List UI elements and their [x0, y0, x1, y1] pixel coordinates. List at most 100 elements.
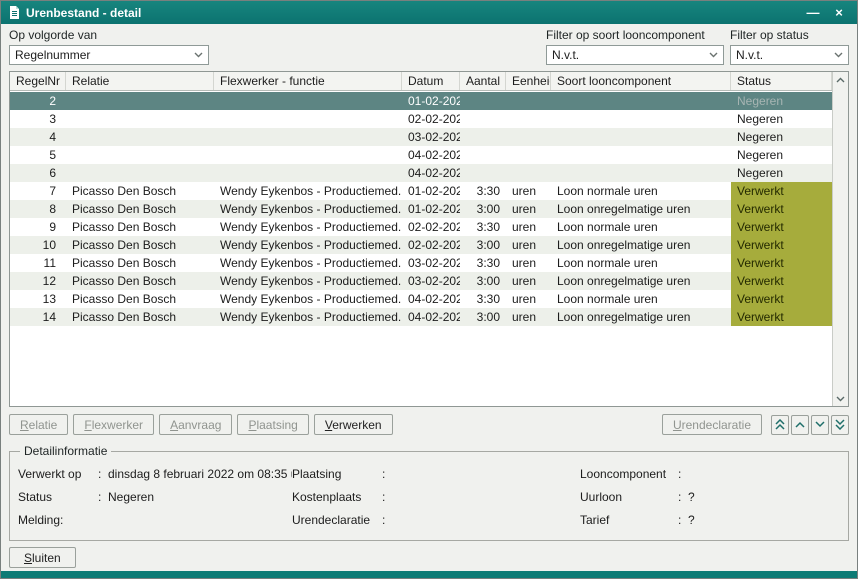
table-row[interactable]: 403-02-2022Negeren	[10, 128, 832, 146]
detail-colon: :	[98, 467, 108, 481]
cell-component: Loon normale uren	[551, 218, 731, 236]
detail-row: Verwerkt op:dinsdag 8 februari 2022 om 0…	[18, 462, 292, 485]
action-bar: Relatie Flexwerker Aanvraag Plaatsing Ve…	[1, 407, 857, 442]
table-row[interactable]: 504-02-2022Negeren	[10, 146, 832, 164]
cell-flexwerker	[214, 146, 402, 164]
detail-panel: Detailinformatie Verwerkt op:dinsdag 8 f…	[9, 444, 849, 541]
cell-eenheid	[506, 110, 551, 128]
table-row[interactable]: 7Picasso Den BoschWendy Eykenbos - Produ…	[10, 182, 832, 200]
urendeclaratie-button[interactable]: Urendeclaratie	[662, 414, 762, 435]
table-row[interactable]: 14Picasso Den BoschWendy Eykenbos - Prod…	[10, 308, 832, 326]
cell-component	[551, 110, 731, 128]
cell-status: Negeren	[731, 92, 832, 110]
table-header: RegelNr Relatie Flexwerker - functie Dat…	[10, 72, 832, 91]
cell-status: Negeren	[731, 128, 832, 146]
table-row[interactable]: 302-02-2022Negeren	[10, 110, 832, 128]
status-filter-select[interactable]: N.v.t.	[730, 45, 849, 65]
cell-datum: 01-02-2022	[402, 182, 460, 200]
scroll-up-button[interactable]	[833, 72, 848, 87]
cell-component	[551, 92, 731, 110]
cell-relatie: Picasso Den Bosch	[66, 182, 214, 200]
detail-row: Melding:	[18, 508, 292, 531]
close-button[interactable]: ×	[829, 1, 849, 24]
sort-order-select[interactable]: Regelnummer	[9, 45, 209, 65]
detail-row: Kostenplaats:	[292, 485, 580, 508]
sort-order-label: Op volgorde van	[9, 28, 209, 42]
titlebar: Urenbestand - detail — ×	[1, 1, 857, 24]
component-filter-select[interactable]: N.v.t.	[546, 45, 724, 65]
chevron-down-icon	[194, 52, 203, 58]
detail-value: Negeren	[108, 490, 154, 504]
detail-label: Urendeclaratie	[292, 513, 382, 527]
cell-aantal: 3:00	[460, 236, 506, 254]
cell-relatie: Picasso Den Bosch	[66, 236, 214, 254]
cell-flexwerker: Wendy Eykenbos - Productiemed...	[214, 218, 402, 236]
cell-component: Loon normale uren	[551, 290, 731, 308]
cell-flexwerker	[214, 128, 402, 146]
column-header-relatie: Relatie	[66, 72, 214, 90]
cell-relatie: Picasso Den Bosch	[66, 254, 214, 272]
cell-component: Loon normale uren	[551, 182, 731, 200]
flexwerker-button[interactable]: Flexwerker	[73, 414, 154, 435]
cell-flexwerker: Wendy Eykenbos - Productiemed...	[214, 272, 402, 290]
scroll-down-button[interactable]	[833, 391, 848, 406]
cell-datum: 03-02-2022	[402, 128, 460, 146]
cell-flexwerker: Wendy Eykenbos - Productiemed...	[214, 182, 402, 200]
cell-datum: 01-02-2022	[402, 92, 460, 110]
relatie-button[interactable]: Relatie	[9, 414, 68, 435]
detail-label: Verwerkt op	[18, 467, 98, 481]
cell-flexwerker	[214, 164, 402, 182]
cell-aantal: 3:30	[460, 290, 506, 308]
cell-status: Negeren	[731, 146, 832, 164]
table-row[interactable]: 604-02-2022Negeren	[10, 164, 832, 182]
first-row-button[interactable]	[771, 415, 789, 435]
next-row-button[interactable]	[811, 415, 829, 435]
table-row[interactable]: 2 01-02-2022 Negeren	[10, 92, 832, 110]
cell-status: Verwerkt	[731, 182, 832, 200]
cell-relatie	[66, 110, 214, 128]
column-header-flexwerker: Flexwerker - functie	[214, 72, 402, 90]
cell-eenheid: uren	[506, 218, 551, 236]
last-row-button[interactable]	[831, 415, 849, 435]
detail-colon: :	[382, 490, 392, 504]
cell-aantal: 3:00	[460, 200, 506, 218]
minimize-button[interactable]: —	[803, 1, 823, 24]
cell-component	[551, 164, 731, 182]
detail-row: Plaatsing:	[292, 462, 580, 485]
detail-row: Uurloon:?	[580, 485, 840, 508]
column-header-aantal: Aantal	[460, 72, 506, 90]
cell-status: Negeren	[731, 110, 832, 128]
column-header-regelnr: RegelNr	[10, 72, 66, 90]
cell-eenheid	[506, 92, 551, 110]
cell-eenheid: uren	[506, 236, 551, 254]
cell-datum: 01-02-2022	[402, 200, 460, 218]
detail-colon: :	[382, 513, 392, 527]
detail-col-1: Verwerkt op:dinsdag 8 februari 2022 om 0…	[18, 462, 292, 531]
cell-status: Verwerkt	[731, 290, 832, 308]
chevron-down-icon	[815, 421, 825, 428]
cell-datum: 02-02-2022	[402, 110, 460, 128]
plaatsing-button[interactable]: Plaatsing	[237, 414, 308, 435]
detail-row: Status:Negeren	[18, 485, 292, 508]
cell-regelnr: 10	[10, 236, 66, 254]
verwerken-button[interactable]: Verwerken	[314, 414, 393, 435]
sluiten-button[interactable]: Sluiten	[9, 547, 76, 568]
chevron-up-icon	[836, 77, 845, 83]
table-row[interactable]: 11Picasso Den BoschWendy Eykenbos - Prod…	[10, 254, 832, 272]
vertical-scrollbar[interactable]	[832, 72, 848, 406]
table-row[interactable]: 13Picasso Den BoschWendy Eykenbos - Prod…	[10, 290, 832, 308]
table-row[interactable]: 10Picasso Den BoschWendy Eykenbos - Prod…	[10, 236, 832, 254]
status-filter-field: Filter op status N.v.t.	[730, 28, 849, 65]
table-row[interactable]: 8Picasso Den BoschWendy Eykenbos - Produ…	[10, 200, 832, 218]
aanvraag-button[interactable]: Aanvraag	[159, 414, 232, 435]
window: Urenbestand - detail — × Op volgorde van…	[0, 0, 858, 579]
previous-row-button[interactable]	[791, 415, 809, 435]
cell-status: Negeren	[731, 164, 832, 182]
cell-component	[551, 128, 731, 146]
table-row[interactable]: 12Picasso Den BoschWendy Eykenbos - Prod…	[10, 272, 832, 290]
cell-datum: 02-02-2022	[402, 236, 460, 254]
table-row[interactable]: 9Picasso Den BoschWendy Eykenbos - Produ…	[10, 218, 832, 236]
cell-eenheid: uren	[506, 272, 551, 290]
cell-regelnr: 2	[10, 92, 66, 110]
cell-regelnr: 9	[10, 218, 66, 236]
